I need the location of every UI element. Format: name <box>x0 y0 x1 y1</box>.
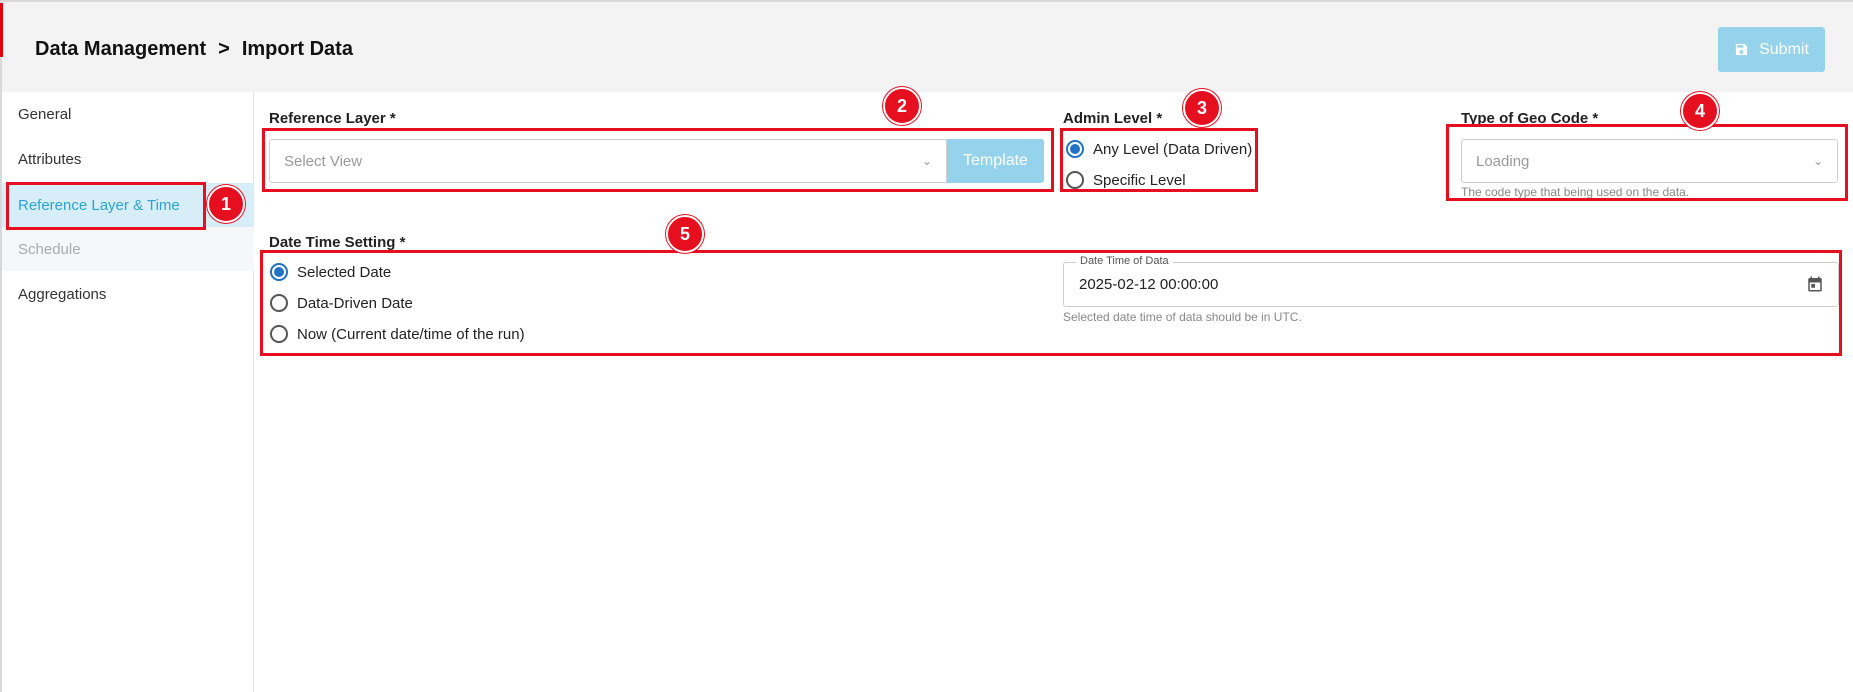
sidebar-item-aggregations[interactable]: Aggregations <box>2 272 254 316</box>
annotation-box-2 <box>262 128 1054 192</box>
annotation-badge-3: 3 <box>1183 89 1221 127</box>
annotation-badge-4: 4 <box>1681 92 1719 130</box>
annotation-box-4 <box>1446 124 1848 201</box>
sidebar-item-schedule[interactable]: Schedule <box>2 227 254 271</box>
date-time-setting-label: Date Time Setting * <box>269 234 406 251</box>
annotation-box-5 <box>260 250 1842 356</box>
save-icon <box>1735 43 1748 56</box>
submit-button[interactable]: Submit <box>1718 27 1825 72</box>
breadcrumb-separator: > <box>218 38 230 60</box>
breadcrumb-data-management[interactable]: Data Management <box>35 38 206 61</box>
annotation-badge-2: 2 <box>883 87 921 125</box>
page-header: Data Management > Import Data Submit <box>2 2 1853 92</box>
breadcrumb: Data Management > Import Data <box>35 38 353 61</box>
annotation-badge-5: 5 <box>666 215 704 253</box>
accent-bar <box>0 3 3 57</box>
sidebar-item-attributes[interactable]: Attributes <box>2 137 254 181</box>
annotation-box-1 <box>6 182 206 230</box>
reference-layer-label: Reference Layer * <box>269 110 396 127</box>
annotation-badge-1: 1 <box>207 185 245 223</box>
breadcrumb-import-data: Import Data <box>241 38 353 60</box>
annotation-box-3 <box>1060 128 1258 192</box>
submit-label: Submit <box>1759 40 1809 58</box>
admin-level-label: Admin Level * <box>1063 110 1163 127</box>
sidebar-item-general[interactable]: General <box>2 92 254 136</box>
